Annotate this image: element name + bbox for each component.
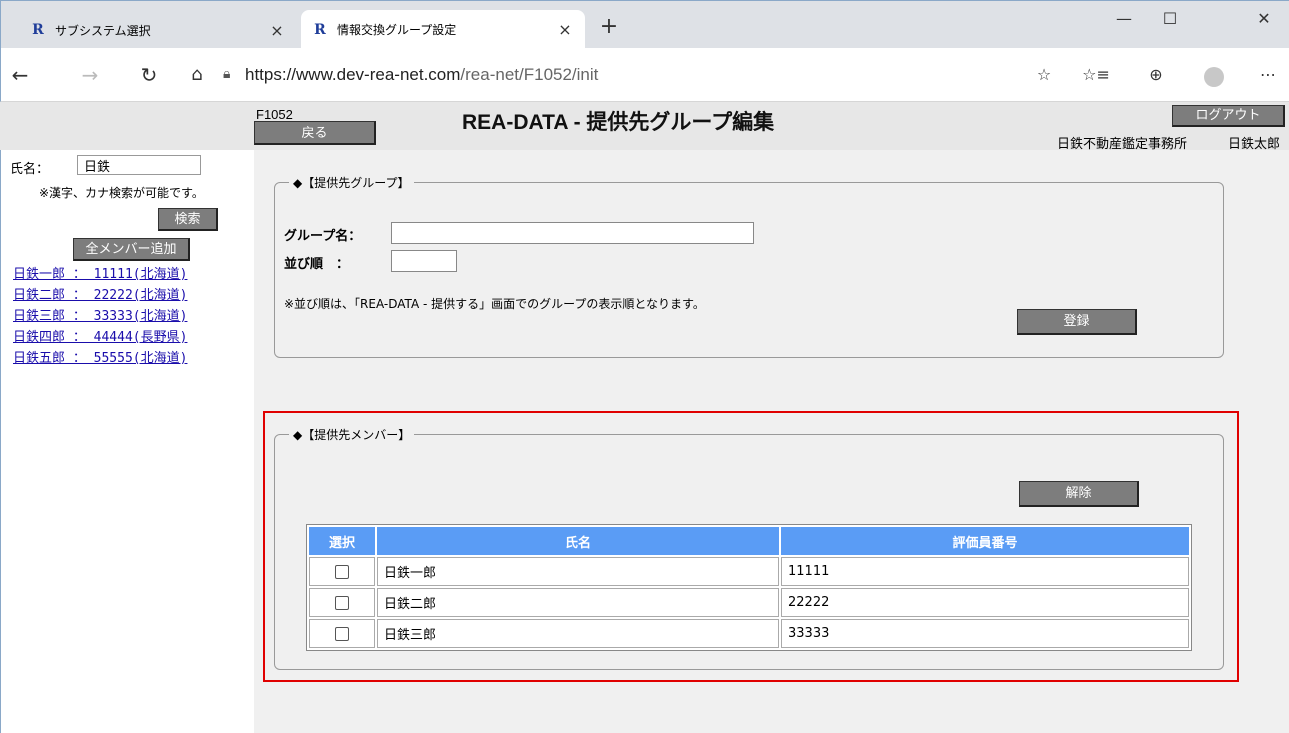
lock-icon[interactable]: 🔒︎: [223, 66, 230, 82]
browser-nav-bar: ← → ↻ ⌂ 🔒︎ https://www.dev-rea-net.com/r…: [0, 48, 1289, 102]
row-checkbox[interactable]: [335, 595, 349, 610]
collections-icon[interactable]: ⊕: [1141, 60, 1171, 90]
url-host: https://www.dev-rea-net.com: [245, 65, 461, 84]
back-arrow-icon[interactable]: ←: [5, 60, 35, 90]
page-content: F1052 戻る REA-DATA - 提供先グループ編集 ログアウト 日鉄不動…: [0, 102, 1289, 733]
window-close-icon[interactable]: ✕: [1241, 9, 1287, 28]
tab-close-icon[interactable]: ×: [265, 21, 289, 40]
order-note: ※並び順は、「REA-DATA - 提供する」画面でのグループの表示順となります…: [284, 297, 705, 311]
table-row: 日鉄三郎 33333: [309, 619, 1189, 648]
member-fieldset: ◆【提供先メンバー】 解除 選択 氏名 評価員番号 日鉄一郎 11111 日鉄二…: [274, 426, 1224, 670]
home-icon[interactable]: ⌂: [182, 60, 212, 90]
url-path: /rea-net/F1052/init: [460, 65, 599, 84]
rea-favicon-icon: R: [32, 22, 44, 38]
browser-tab-bar: R サブシステム選択 × R 情報交換グループ設定 × + — ☐ ✕: [0, 0, 1289, 49]
member-number-cell: 11111: [781, 557, 1189, 586]
column-header-number: 評価員番号: [781, 527, 1189, 555]
group-name-label: グループ名：: [284, 229, 362, 244]
table-row: 日鉄二郎 22222: [309, 588, 1189, 617]
page-header: F1052 戻る REA-DATA - 提供先グループ編集 ログアウト 日鉄不動…: [0, 102, 1289, 152]
tab-close-icon[interactable]: ×: [553, 20, 577, 39]
member-search-sidebar: 氏名： ※漢字、カナ検索が可能です。 検索 全メンバー追加 日鉄一郎 ： 111…: [0, 150, 254, 733]
tab-title: サブシステム選択: [55, 23, 151, 38]
tab-title: 情報交換グループ設定: [337, 23, 457, 37]
minimize-icon[interactable]: —: [1101, 9, 1147, 28]
name-search-input[interactable]: [77, 155, 201, 175]
column-header-name: 氏名: [377, 527, 779, 555]
select-cell: [309, 619, 375, 648]
table-row: 日鉄一郎 11111: [309, 557, 1189, 586]
screen-id: F1052: [256, 107, 293, 122]
select-cell: [309, 557, 375, 586]
select-cell: [309, 588, 375, 617]
forward-arrow-icon[interactable]: →: [75, 60, 105, 90]
more-menu-icon[interactable]: ⋯: [1253, 60, 1283, 90]
release-button[interactable]: 解除: [1019, 481, 1139, 507]
column-header-select: 選択: [309, 527, 375, 555]
back-button[interactable]: 戻る: [254, 121, 376, 145]
favorites-icon[interactable]: ☆≡: [1081, 60, 1111, 90]
reload-icon[interactable]: ↻: [134, 60, 164, 90]
search-result-link[interactable]: 日鉄三郎 ： 33333(北海道): [13, 306, 187, 327]
member-name-cell: 日鉄一郎: [377, 557, 779, 586]
search-results-list: 日鉄一郎 ： 11111(北海道) 日鉄二郎 ： 22222(北海道) 日鉄三郎…: [13, 264, 187, 369]
member-name-cell: 日鉄三郎: [377, 619, 779, 648]
add-all-members-button[interactable]: 全メンバー追加: [73, 238, 190, 261]
member-legend: ◆【提供先メンバー】: [293, 428, 411, 442]
page-title: REA-DATA - 提供先グループ編集: [462, 111, 775, 134]
order-input[interactable]: [391, 250, 457, 272]
member-number-cell: 22222: [781, 588, 1189, 617]
row-checkbox[interactable]: [335, 626, 349, 641]
browser-tab-group-settings[interactable]: R 情報交換グループ設定 ×: [301, 10, 585, 49]
member-table: 選択 氏名 評価員番号 日鉄一郎 11111 日鉄二郎 22222 日鉄三郎 3…: [306, 524, 1192, 651]
name-label: 氏名：: [10, 162, 50, 177]
member-number-cell: 33333: [781, 619, 1189, 648]
logout-button[interactable]: ログアウト: [1172, 105, 1285, 127]
row-checkbox[interactable]: [335, 564, 349, 579]
register-button[interactable]: 登録: [1017, 309, 1137, 335]
search-note: ※漢字、カナ検索が可能です。: [39, 186, 204, 200]
search-button[interactable]: 検索: [158, 208, 218, 231]
search-result-link[interactable]: 日鉄四郎 ： 44444(長野県): [13, 327, 187, 348]
group-fieldset: ◆【提供先グループ】 グループ名： 並び順 ： ※並び順は、「REA-DATA …: [274, 174, 1224, 358]
browser-tab-subsystem[interactable]: R サブシステム選択 ×: [19, 11, 297, 49]
search-result-link[interactable]: 日鉄二郎 ： 22222(北海道): [13, 285, 187, 306]
table-header-row: 選択 氏名 評価員番号: [309, 527, 1189, 555]
group-legend: ◆【提供先グループ】: [293, 176, 410, 190]
search-result-link[interactable]: 日鉄五郎 ： 55555(北海道): [13, 348, 187, 369]
rea-favicon-icon: R: [314, 21, 326, 38]
new-tab-icon[interactable]: +: [595, 13, 623, 41]
add-favorite-icon[interactable]: ☆: [1029, 60, 1059, 90]
address-bar[interactable]: https://www.dev-rea-net.com/rea-net/F105…: [245, 65, 598, 85]
group-name-input[interactable]: [391, 222, 754, 244]
search-result-link[interactable]: 日鉄一郎 ： 11111(北海道): [13, 264, 187, 285]
member-name-cell: 日鉄二郎: [377, 588, 779, 617]
main-panel: ◆【提供先グループ】 グループ名： 並び順 ： ※並び順は、「REA-DATA …: [254, 150, 1289, 733]
profile-avatar-icon[interactable]: [1199, 60, 1229, 90]
maximize-icon[interactable]: ☐: [1147, 9, 1193, 28]
order-label: 並び順 ：: [284, 257, 350, 272]
